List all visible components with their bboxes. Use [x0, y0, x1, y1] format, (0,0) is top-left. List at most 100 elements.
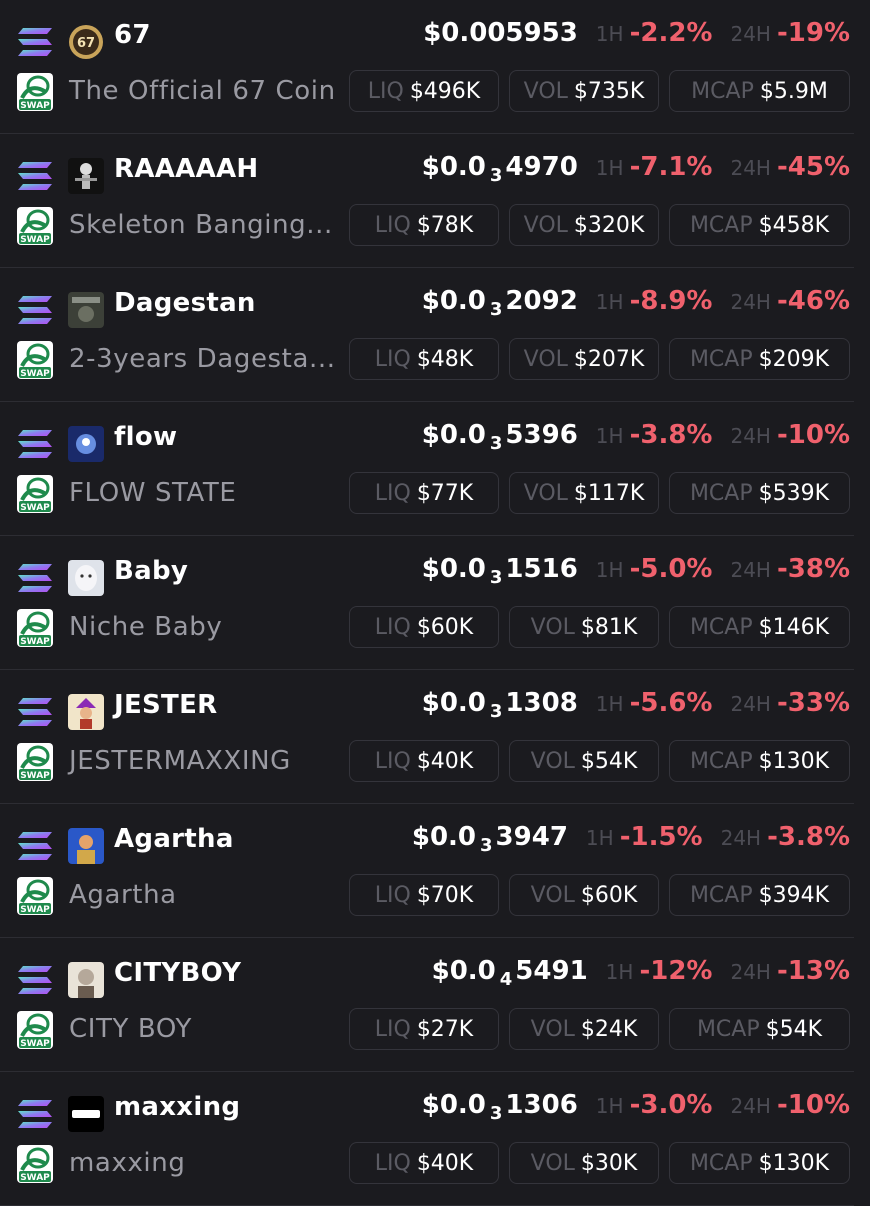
token-row[interactable]: SWAP Baby Niche Baby $0.0 3 1516 1H -5.0% … — [0, 536, 854, 670]
chip-label: VOL — [530, 614, 575, 640]
price-main: $0.0 — [431, 956, 496, 986]
swap-icon[interactable]: SWAP — [16, 474, 54, 514]
change-24h: -46% — [776, 286, 850, 316]
price-line: $0.0 3 1516 1H -5.0% 24H -38% — [422, 554, 850, 588]
agartha-avatar-icon — [68, 828, 104, 864]
token-symbol: flow — [114, 422, 178, 452]
stats-chips: LIQ $40K VOL $54K MCAP $130K — [349, 740, 850, 782]
chip-label: VOL — [530, 882, 575, 908]
chip-label: MCAP — [689, 748, 753, 774]
swap-icon[interactable]: SWAP — [16, 206, 54, 246]
chip-value: $40K — [416, 748, 474, 774]
label-24h: 24H — [730, 424, 771, 448]
token-row[interactable]: SWAP 67 67 The Official 67 Coin $0.00595… — [0, 0, 854, 134]
chip-label: VOL — [523, 212, 568, 238]
token-name: maxxing — [69, 1148, 186, 1178]
liquidity-chip: LIQ $77K — [349, 472, 499, 514]
label-24h: 24H — [730, 22, 771, 46]
chip-value: $207K — [573, 346, 645, 372]
chip-value: $60K — [416, 614, 474, 640]
stats-chips: LIQ $60K VOL $81K MCAP $146K — [349, 606, 850, 648]
change-24h: -33% — [776, 688, 850, 718]
chip-label: VOL — [523, 480, 568, 506]
chip-label: VOL — [523, 78, 568, 104]
chip-value: $78K — [416, 212, 474, 238]
swap-icon[interactable]: SWAP — [16, 340, 54, 380]
token-symbol: maxxing — [114, 1092, 241, 1122]
price-line: $0.0 3 2092 1H -8.9% 24H -46% — [422, 286, 850, 320]
volume-chip: VOL $320K — [509, 204, 659, 246]
token-row[interactable]: SWAP RAAAAAH Skeleton Banging... $0.0 3 49… — [0, 134, 854, 268]
chip-label: LIQ — [374, 1016, 411, 1042]
price-zero-count: 3 — [489, 1103, 503, 1124]
change-24h: -19% — [776, 18, 850, 48]
chip-label: MCAP — [689, 480, 753, 506]
token-row[interactable]: SWAP Dagestan 2-3years Dagesta... $0.0 3 2… — [0, 268, 854, 402]
liquidity-chip: LIQ $40K — [349, 740, 499, 782]
price-zero-count: 3 — [489, 433, 503, 454]
token-row[interactable]: SWAP CITYBOY CITY BOY $0.0 4 5491 1H -12% … — [0, 938, 854, 1072]
swap-icon[interactable]: SWAP — [16, 742, 54, 782]
swap-icon[interactable]: SWAP — [16, 1144, 54, 1184]
marketcap-chip: MCAP $130K — [669, 1142, 850, 1184]
liquidity-chip: LIQ $496K — [349, 70, 499, 112]
token-row[interactable]: SWAP JESTER JESTERMAXXING $0.0 3 1308 1H -… — [0, 670, 854, 804]
chip-label: VOL — [530, 748, 575, 774]
chip-label: MCAP — [689, 346, 753, 372]
label-24h: 24H — [730, 558, 771, 582]
volume-chip: VOL $117K — [509, 472, 659, 514]
chip-value: $60K — [580, 882, 638, 908]
change-24h: -45% — [776, 152, 850, 182]
price-line: $0.0 3 1306 1H -3.0% 24H -10% — [422, 1090, 850, 1124]
price-main: $0.0 — [421, 554, 486, 584]
swap-icon[interactable]: SWAP — [16, 1010, 54, 1050]
token-price: $0.0 3 4970 — [422, 152, 578, 186]
label-24h: 24H — [730, 692, 771, 716]
token-row[interactable]: SWAP maxxing maxxing $0.0 3 1306 1H -3.0% … — [0, 1072, 854, 1206]
chip-value: $40K — [416, 1150, 474, 1176]
solana-icon — [18, 1100, 52, 1128]
chip-label: MCAP — [689, 212, 753, 238]
token-row[interactable]: SWAP Agartha Agartha $0.0 3 3947 1H -1.5% … — [0, 804, 854, 938]
swap-icon[interactable]: SWAP — [16, 608, 54, 648]
change-1h: -3.8% — [629, 420, 713, 450]
svg-text:SWAP: SWAP — [20, 637, 50, 647]
volume-chip: VOL $54K — [509, 740, 659, 782]
swap-icon[interactable]: SWAP — [16, 72, 54, 112]
price-line: $0.0 3 4970 1H -7.1% 24H -45% — [422, 152, 850, 186]
solana-icon — [18, 28, 52, 56]
chip-label: MCAP — [689, 614, 753, 640]
flow-avatar-icon — [68, 426, 104, 462]
marketcap-chip: MCAP $394K — [669, 874, 850, 916]
solana-icon — [18, 162, 52, 190]
chip-label: MCAP — [696, 1016, 760, 1042]
chip-label: LIQ — [367, 78, 404, 104]
token-symbol: JESTER — [114, 690, 218, 720]
svg-text:SWAP: SWAP — [20, 1039, 50, 1049]
change-1h: -3.0% — [629, 1090, 713, 1120]
token-name: FLOW STATE — [69, 478, 237, 508]
solana-icon — [18, 698, 52, 726]
chip-value: $735K — [573, 78, 645, 104]
change-24h: -38% — [776, 554, 850, 584]
marketcap-chip: MCAP $458K — [669, 204, 850, 246]
token-row[interactable]: SWAP flow FLOW STATE $0.0 3 5396 1H -3.8% … — [0, 402, 854, 536]
token-price: $0.0 3 1516 — [422, 554, 578, 588]
chip-value: $54K — [580, 748, 638, 774]
label-24h: 24H — [730, 960, 771, 984]
marketcap-chip: MCAP $5.9M — [669, 70, 850, 112]
solana-icon — [18, 296, 52, 324]
marketcap-chip: MCAP $130K — [669, 740, 850, 782]
volume-chip: VOL $60K — [509, 874, 659, 916]
change-24h: -13% — [776, 956, 850, 986]
chip-value: $54K — [765, 1016, 823, 1042]
chip-label: LIQ — [374, 480, 411, 506]
volume-chip: VOL $207K — [509, 338, 659, 380]
swap-icon[interactable]: SWAP — [16, 876, 54, 916]
price-zero-count: 3 — [489, 567, 503, 588]
price-tail: 5491 — [515, 956, 588, 986]
token-name: The Official 67 Coin — [69, 76, 336, 106]
price-line: $0.0 3 1308 1H -5.6% 24H -33% — [422, 688, 850, 722]
token-symbol: Dagestan — [114, 288, 256, 318]
token-price: $0.0 3 5396 — [422, 420, 578, 454]
